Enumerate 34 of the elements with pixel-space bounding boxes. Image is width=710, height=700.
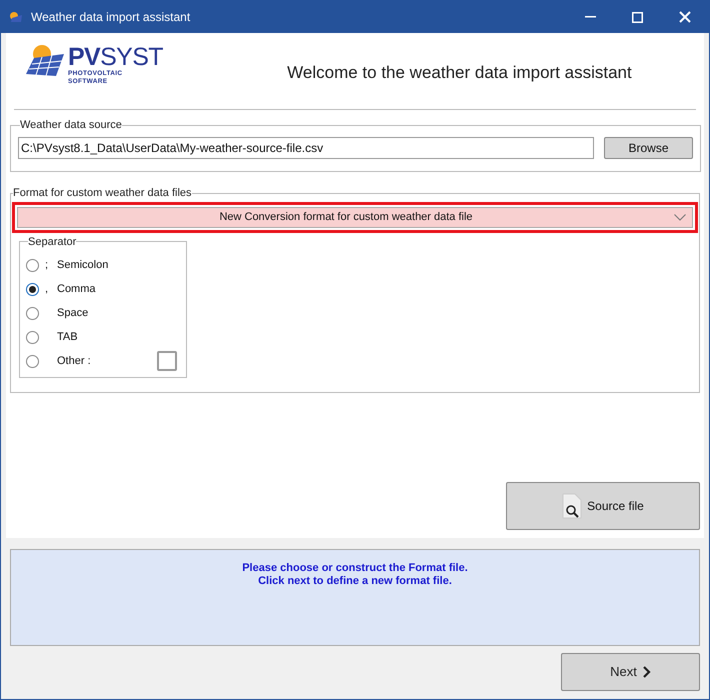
- chevron-down-icon: [674, 214, 686, 220]
- option-label: Other :: [57, 354, 92, 369]
- separator-symbol: ;: [45, 258, 48, 271]
- group-legend: Weather data source: [20, 117, 122, 134]
- path-field[interactable]: C:\PVsyst8.1_Data\UserData\My-weather-source-file.csv: [18, 136, 594, 158]
- radio-button[interactable]: [26, 330, 39, 344]
- app-icon: [9, 11, 23, 23]
- next-button[interactable]: Next: [561, 653, 700, 691]
- separator-symbol: ,: [45, 282, 48, 295]
- window-title: Weather data import assistant: [31, 9, 192, 26]
- logo-wordmark: PVSYST: [68, 44, 163, 70]
- radio-button[interactable]: [26, 258, 39, 272]
- source-file-button[interactable]: Source file: [506, 482, 700, 530]
- info-text: Please choose or construct the Format file.: [242, 562, 468, 575]
- maximize-icon[interactable]: [632, 12, 643, 22]
- radio-button[interactable]: [26, 354, 39, 368]
- solar-panel-icon: [26, 44, 66, 78]
- close-icon[interactable]: [679, 11, 691, 23]
- option-label: Semicolon: [57, 258, 110, 273]
- option-label: Comma: [57, 282, 97, 297]
- other-input-field[interactable]: [157, 351, 177, 371]
- format-dropdown[interactable]: New Conversion format for custom weather data file: [17, 206, 693, 228]
- browse-button[interactable]: Browse: [604, 136, 693, 158]
- option-label: TAB: [57, 330, 79, 345]
- chevron-right-icon: [642, 666, 651, 678]
- radio-button[interactable]: [26, 306, 39, 320]
- welcome-heading: Welcome to the weather data import assistant: [287, 62, 632, 84]
- file-search-icon: [562, 493, 584, 519]
- group-legend: Separator: [28, 234, 76, 250]
- option-label: Space: [57, 306, 90, 321]
- info-text: Click next to define a new format file.: [258, 575, 452, 588]
- minimize-icon[interactable]: [585, 16, 596, 18]
- radio-button[interactable]: [26, 282, 39, 296]
- group-legend: Format for custom weather data files: [13, 185, 192, 202]
